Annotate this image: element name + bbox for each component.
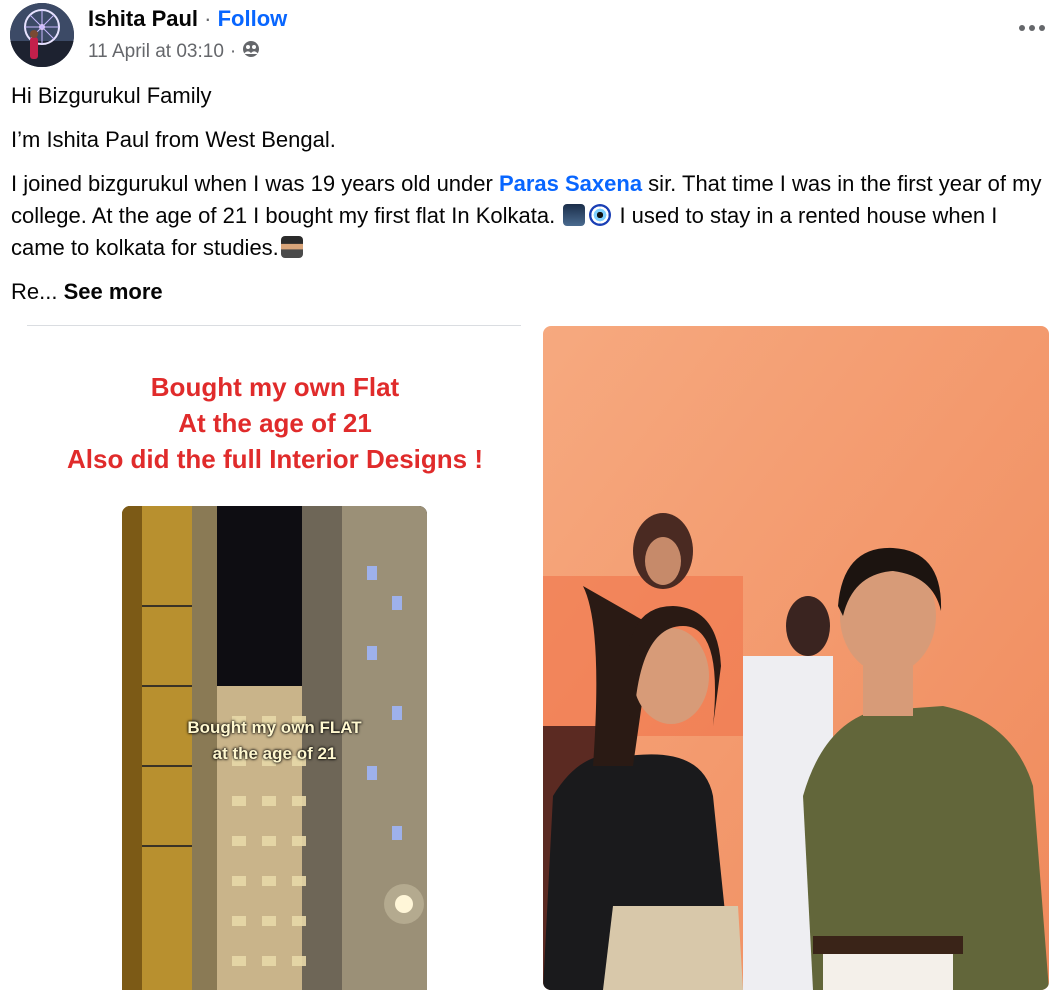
truncated-text: Re... — [11, 279, 64, 304]
author-line: Ishita Paul · Follow — [88, 6, 287, 32]
author-avatar[interactable] — [10, 3, 74, 67]
post-meta: 11 April at 03:10 · — [88, 40, 260, 64]
graduate-emoji — [280, 236, 303, 258]
see-more-line: Re... See more — [11, 276, 1046, 308]
cityscape-emoji — [563, 204, 586, 226]
post-text-line: I’m Ishita Paul from West Bengal. — [11, 127, 336, 152]
building-photo: Bought my own FLAT at the age of 21 — [122, 506, 427, 990]
image-caption-line: Bought my own Flat — [150, 372, 400, 402]
image-caption-line: At the age of 21 — [178, 408, 372, 438]
mention-link[interactable]: Paras Saxena — [499, 171, 642, 196]
follow-button[interactable]: Follow — [218, 6, 288, 31]
divider — [27, 325, 521, 326]
image-overlay-text: at the age of 21 — [212, 744, 337, 763]
post-header: Ishita Paul · Follow 11 April at 03:10 · — [0, 0, 1058, 72]
post-text: I joined bizgurukul when I was 19 years … — [11, 171, 499, 196]
friends-icon[interactable] — [242, 40, 260, 64]
post-media: Bought my own Flat At the age of 21 Also… — [0, 320, 1058, 990]
more-options-icon[interactable] — [1016, 14, 1048, 42]
meta-separator: · — [229, 41, 237, 62]
post-timestamp[interactable]: 11 April at 03:10 — [88, 41, 224, 63]
image-overlay-text: Bought my own FLAT — [187, 718, 362, 737]
nazar-amulet-emoji — [589, 204, 612, 226]
post-body: Hi Bizgurukul Family I’m Ishita Paul fro… — [11, 80, 1046, 320]
separator-dot: · — [198, 6, 218, 31]
post-text-line: Hi Bizgurukul Family — [11, 83, 212, 108]
post-text-paragraph: I joined bizgurukul when I was 19 years … — [11, 168, 1046, 264]
author-name[interactable]: Ishita Paul — [88, 6, 198, 31]
media-image-right[interactable] — [543, 326, 1049, 990]
see-more-button[interactable]: See more — [64, 279, 163, 304]
image-caption-line: Also did the full Interior Designs ! — [66, 444, 484, 474]
media-image-left[interactable]: Bought my own Flat At the age of 21 Also… — [0, 330, 540, 990]
